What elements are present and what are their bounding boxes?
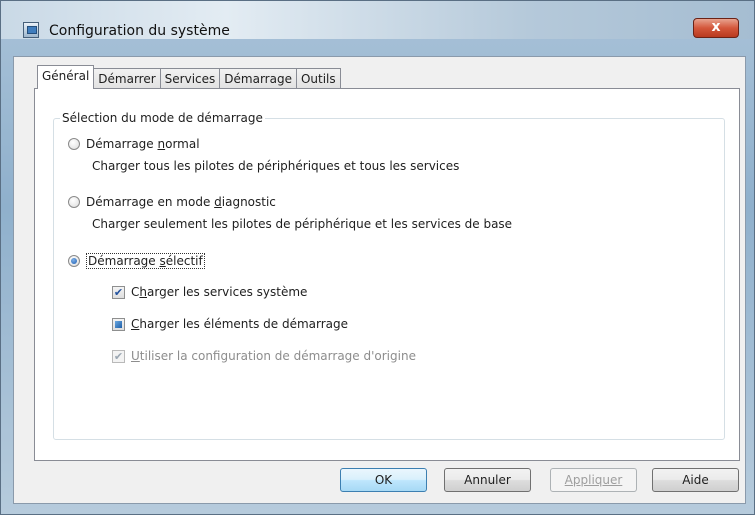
close-button[interactable]: x <box>693 18 739 38</box>
radio-selective-startup[interactable]: Démarrage sélectif <box>68 253 205 269</box>
normal-startup-description: Charger tous les pilotes de périphérique… <box>92 159 460 173</box>
disabled-checkmark-icon: ✔ <box>112 349 125 363</box>
diagnostic-startup-description: Charger seulement les pilotes de périphé… <box>92 217 513 231</box>
checkbox-use-original-config: ✔ Utiliser la configuration de démarrage… <box>112 349 416 363</box>
dialog-client-area: Général Démarrer Services Démarrage Outi… <box>13 56 746 504</box>
checkbox-load-startup-items[interactable]: Charger les éléments de démarrage <box>112 317 348 331</box>
cancel-button[interactable]: Annuler <box>444 468 531 492</box>
radio-normal-label: Démarrage normal <box>86 137 200 151</box>
radio-selective-label: Démarrage sélectif <box>86 253 205 269</box>
apply-button: Appliquer <box>550 468 637 492</box>
tab-demarrer[interactable]: Démarrer <box>93 68 161 89</box>
radio-normal-icon[interactable] <box>68 138 80 150</box>
checkbox-load-system-services[interactable]: ✔ Charger les services système <box>112 285 307 299</box>
use-original-config-label: Utiliser la configuration de démarrage d… <box>131 349 416 363</box>
indeterminate-check-icon[interactable] <box>112 317 125 331</box>
system-configuration-window: Configuration du système x Général Démar… <box>0 0 755 515</box>
tab-demarrage[interactable]: Démarrage <box>219 68 297 89</box>
radio-diagnostic-startup[interactable]: Démarrage en mode diagnostic <box>68 195 276 209</box>
window-title: Configuration du système <box>49 23 230 39</box>
help-button[interactable]: Aide <box>652 468 739 492</box>
checkmark-icon[interactable]: ✔ <box>112 285 125 299</box>
tab-general[interactable]: Général <box>37 65 95 89</box>
tab-outils[interactable]: Outils <box>295 68 341 89</box>
ok-button[interactable]: OK <box>340 468 427 492</box>
load-startup-items-label: Charger les éléments de démarrage <box>131 317 349 331</box>
radio-diagnostic-icon[interactable] <box>68 196 80 208</box>
tab-strip: Général Démarrer Services Démarrage Outi… <box>37 65 341 89</box>
general-tab-panel: Sélection du mode de démarrage Démarrage… <box>34 88 740 461</box>
radio-selective-icon[interactable] <box>68 255 80 267</box>
tab-services[interactable]: Services <box>159 68 221 89</box>
startup-mode-group-label: Sélection du mode de démarrage <box>60 111 265 125</box>
msconfig-app-icon <box>23 22 39 38</box>
close-icon: x <box>711 19 721 35</box>
radio-diagnostic-label: Démarrage en mode diagnostic <box>86 195 276 209</box>
title-bar[interactable]: Configuration du système x <box>1 1 754 39</box>
load-system-services-label: Charger les services système <box>131 285 308 299</box>
radio-normal-startup[interactable]: Démarrage normal <box>68 137 200 151</box>
